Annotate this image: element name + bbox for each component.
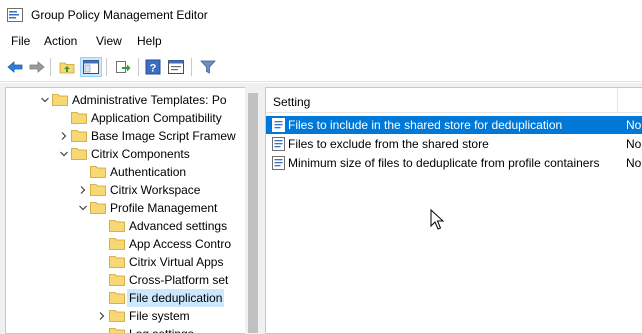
chevron-right-icon[interactable] — [78, 185, 88, 195]
tree-item-label: Citrix Workspace — [110, 183, 201, 197]
chevron-down-icon[interactable] — [78, 203, 88, 213]
policy-setting-icon — [272, 137, 285, 151]
tree-item[interactable]: Authentication — [6, 163, 246, 181]
policy-setting-icon — [272, 156, 285, 170]
setting-state: No — [626, 156, 642, 170]
work-area: Administrative Templates: Po Application … — [0, 83, 642, 334]
tree-item-label: Authentication — [110, 165, 187, 179]
tree-item[interactable]: App Access Contro — [6, 235, 246, 253]
tree-item-label: Citrix Virtual Apps — [129, 255, 224, 269]
setting-state: No — [626, 137, 642, 151]
menu-help[interactable]: Help — [137, 34, 162, 48]
tree-item[interactable]: Citrix Virtual Apps — [6, 253, 246, 271]
tree-item[interactable]: Base Image Script Framew — [6, 127, 246, 145]
column-header-setting[interactable]: Setting — [266, 88, 642, 113]
tree-scrollbar-thumb[interactable] — [248, 93, 258, 333]
tree-item-label: Profile Management — [110, 201, 218, 215]
toolbar: ? — [0, 52, 642, 82]
policy-editor-app-icon — [7, 8, 23, 22]
tree-item[interactable]: Application Compatibility — [6, 109, 246, 127]
tree-item-label: Application Compatibility — [91, 111, 222, 125]
tree-item[interactable]: File deduplication — [6, 289, 246, 307]
toolbar-separator — [106, 58, 107, 76]
tree-item[interactable]: Cross-Platform set — [6, 271, 246, 289]
forward-button[interactable] — [26, 57, 48, 77]
tree-item-label: Citrix Components — [91, 147, 190, 161]
chevron-down-icon[interactable] — [40, 95, 50, 105]
show-hide-tree-icon — [83, 60, 99, 74]
menu-bar: File Action View Help — [0, 31, 642, 52]
mouse-cursor-icon — [430, 209, 444, 230]
chevron-right-icon[interactable] — [59, 131, 69, 141]
show-hide-console-tree-button[interactable] — [80, 57, 102, 77]
help-icon: ? — [145, 59, 161, 75]
chevron-right-icon[interactable] — [97, 311, 107, 321]
help-button[interactable]: ? — [142, 57, 164, 77]
back-button[interactable] — [4, 57, 26, 77]
tree-item-label: App Access Contro — [129, 237, 232, 251]
folder-icon — [109, 220, 125, 232]
up-one-level-button[interactable] — [56, 57, 78, 77]
export-list-icon — [116, 61, 131, 73]
tree-item[interactable]: Administrative Templates: Po — [6, 91, 246, 109]
settings-list: Setting Files to include in the shared s… — [265, 87, 642, 334]
up-folder-icon — [59, 62, 75, 74]
tree-item[interactable]: Profile Management — [6, 199, 246, 217]
folder-icon — [71, 148, 87, 160]
tree-item[interactable]: Advanced settings — [6, 217, 246, 235]
folder-icon — [109, 256, 125, 268]
toolbar-separator — [50, 58, 51, 76]
folder-icon — [109, 292, 125, 304]
tree-item-label: File system — [129, 309, 190, 323]
toolbar-separator — [138, 58, 139, 76]
folder-icon — [90, 202, 106, 214]
menu-action[interactable]: Action — [44, 34, 77, 48]
setting-row[interactable]: Files to exclude from the shared store No — [266, 135, 642, 153]
forward-arrow-icon — [29, 61, 45, 73]
tree-item[interactable]: Log settings — [6, 325, 246, 334]
export-list-button[interactable] — [112, 57, 134, 77]
tree-item-label: Base Image Script Framew — [91, 129, 236, 143]
setting-row[interactable]: Files to include in the shared store for… — [266, 116, 642, 134]
setting-name: Files to exclude from the shared store — [288, 137, 489, 151]
setting-state: No — [626, 118, 642, 132]
setting-name: Files to include in the shared store for… — [288, 118, 563, 132]
folder-icon — [71, 112, 87, 124]
tree-item-label: Advanced settings — [129, 219, 228, 233]
setting-name: Minimum size of files to deduplicate fro… — [288, 156, 600, 170]
folder-icon — [109, 310, 125, 322]
folder-icon — [52, 94, 68, 106]
properties-button[interactable] — [165, 57, 187, 77]
filter-button[interactable] — [197, 57, 219, 77]
folder-icon — [90, 184, 106, 196]
folder-icon — [71, 130, 87, 142]
folder-icon — [109, 238, 125, 250]
column-header-label: Setting — [273, 95, 311, 109]
properties-icon — [168, 60, 184, 74]
tree-item-label: File deduplication — [127, 289, 225, 307]
tree-item[interactable]: Citrix Components — [6, 145, 246, 163]
chevron-down-icon[interactable] — [59, 149, 69, 159]
tree-item[interactable]: Citrix Workspace — [6, 181, 246, 199]
tree-item-label: Cross-Platform set — [129, 273, 229, 287]
folder-icon — [109, 274, 125, 286]
filter-icon — [200, 60, 216, 74]
tree-item-label: Log settings — [129, 327, 194, 334]
folder-icon — [109, 328, 125, 333]
tree-scrollbar[interactable] — [245, 87, 261, 334]
title-bar: Group Policy Management Editor — [0, 0, 642, 30]
back-arrow-icon — [7, 61, 23, 73]
menu-view[interactable]: View — [96, 34, 122, 48]
toolbar-separator — [191, 58, 192, 76]
console-tree[interactable]: Administrative Templates: Po Application … — [5, 87, 255, 334]
setting-row[interactable]: Minimum size of files to deduplicate fro… — [266, 154, 642, 172]
policy-setting-icon — [272, 118, 285, 132]
folder-icon — [90, 166, 106, 178]
svg-text:?: ? — [150, 63, 157, 75]
window-title: Group Policy Management Editor — [31, 8, 208, 22]
menu-file[interactable]: File — [11, 34, 30, 48]
column-divider[interactable] — [617, 88, 618, 113]
tree-item[interactable]: File system — [6, 307, 246, 325]
tree-item-label: Administrative Templates: Po — [72, 93, 227, 107]
